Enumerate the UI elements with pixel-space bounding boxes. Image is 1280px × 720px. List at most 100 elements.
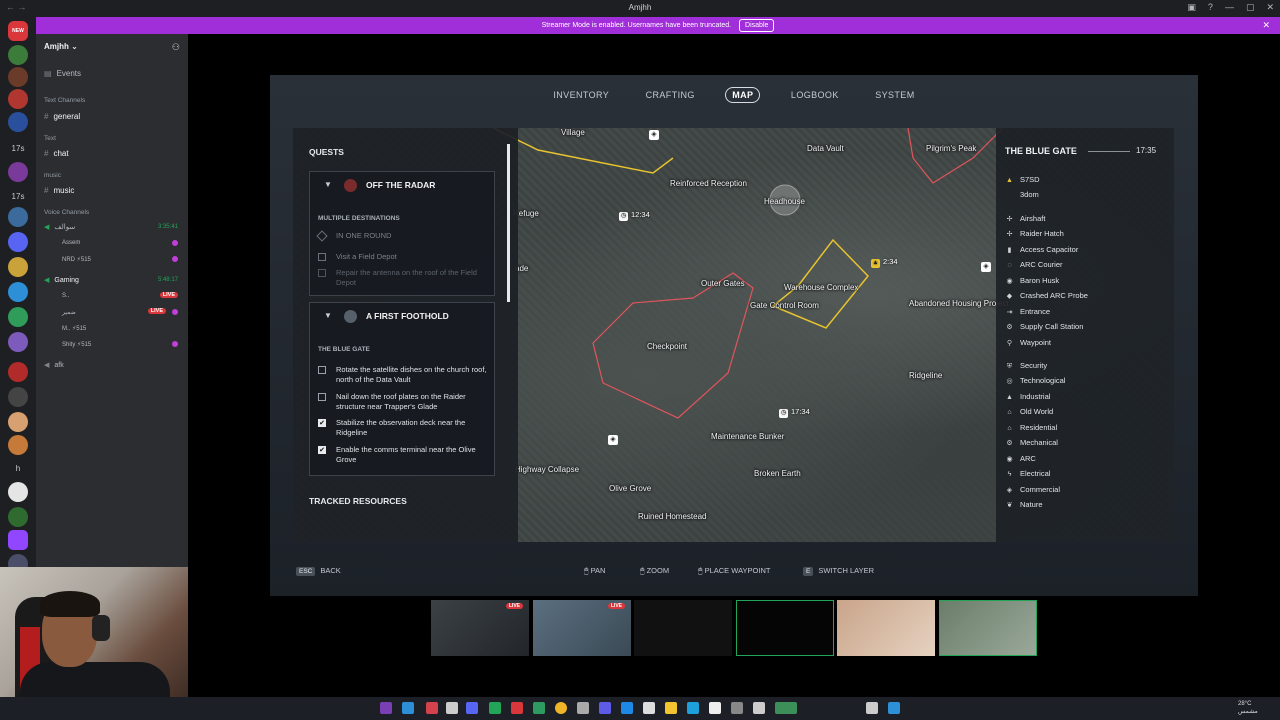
- taskbar-app-icon[interactable]: [511, 702, 523, 714]
- voice-user[interactable]: NRD ⚡515: [62, 256, 91, 263]
- map-label-pilgrims-peak[interactable]: Pilgrim's Peak: [926, 144, 976, 153]
- server-icon-13[interactable]: [8, 387, 28, 407]
- taskbar-app-icon[interactable]: [621, 702, 633, 714]
- banner-close-icon[interactable]: ✕: [1262, 17, 1270, 34]
- map-label-ridgeline[interactable]: Ridgeline: [909, 371, 942, 380]
- server-icon-17[interactable]: [8, 507, 28, 527]
- legend-crashed-arc-probe[interactable]: ◆ Crashed ARC Probe: [1005, 291, 1088, 300]
- back-hint[interactable]: ESC BACK: [296, 566, 341, 576]
- chevron-down-icon[interactable]: ▼: [324, 311, 332, 320]
- legend-airshaft[interactable]: ✢ Airshaft: [1005, 214, 1046, 223]
- close-button[interactable]: ✕: [1266, 2, 1274, 13]
- legend-player[interactable]: 3dom: [1005, 190, 1039, 199]
- poi-pin[interactable]: ◈: [649, 130, 659, 140]
- legend-arc-courier[interactable]: ◌ ARC Courier: [1005, 260, 1062, 269]
- map-label-highway-collapse[interactable]: Highway Collapse: [515, 465, 579, 474]
- help-icon[interactable]: ?: [1208, 2, 1213, 13]
- new-server-badge[interactable]: NEW: [8, 21, 28, 41]
- taskbar-app-icon[interactable]: [643, 702, 655, 714]
- map-label-village[interactable]: Village: [561, 128, 585, 137]
- voice-user[interactable]: Shity ⚡515: [62, 341, 91, 348]
- legend-waypoint[interactable]: ⚲ Waypoint: [1005, 338, 1051, 347]
- channel-chat[interactable]: # chat: [44, 149, 69, 158]
- timer-chip[interactable]: ◷ 12:34: [619, 210, 650, 221]
- taskbar-app-icon[interactable]: [489, 702, 501, 714]
- server-name[interactable]: Amjhh ⌄: [44, 42, 78, 51]
- minimize-button[interactable]: —: [1225, 2, 1234, 13]
- checkbox[interactable]: [318, 366, 326, 374]
- server-icon-12[interactable]: [8, 362, 28, 382]
- server-icon-7[interactable]: [8, 232, 28, 252]
- checkbox-checked[interactable]: ✔: [318, 446, 326, 454]
- server-icon-1[interactable]: [8, 45, 28, 65]
- server-icon-16[interactable]: [8, 482, 28, 502]
- weather-widget[interactable]: 28°C مشمس: [1238, 700, 1258, 716]
- tab-logbook[interactable]: LOGBOOK: [785, 88, 845, 102]
- participant-tile-1[interactable]: [634, 600, 732, 656]
- server-icon-15[interactable]: [8, 435, 28, 455]
- legend-zone-residential[interactable]: ⌂ Residential: [1005, 423, 1057, 432]
- events-item[interactable]: ▤ Events: [44, 69, 81, 78]
- tab-map[interactable]: MAP: [725, 87, 761, 103]
- legend-access-capacitor[interactable]: ▮ Access Capacitor: [1005, 245, 1079, 254]
- map-label-warehouse-complex[interactable]: Warehouse Complex: [784, 283, 858, 292]
- tab-system[interactable]: SYSTEM: [869, 88, 920, 102]
- chrome-icon[interactable]: [555, 702, 567, 714]
- server-icon-6[interactable]: [8, 207, 28, 227]
- disable-streamer-mode-button[interactable]: Disable: [739, 19, 775, 32]
- voice-user[interactable]: Assem: [62, 240, 80, 246]
- server-label-2[interactable]: 17s: [8, 192, 28, 201]
- server-icon-14[interactable]: [8, 412, 28, 432]
- legend-raider-hatch[interactable]: ✢ Raider Hatch: [1005, 229, 1064, 238]
- checkbox-checked[interactable]: ✔: [318, 419, 326, 427]
- participant-tile-2[interactable]: [736, 600, 834, 656]
- voice-channel-1[interactable]: ◀ سوالف: [44, 223, 75, 231]
- category-music[interactable]: music: [44, 172, 61, 179]
- map-label-headhouse[interactable]: Headhouse: [764, 197, 805, 206]
- tracked-resources-title[interactable]: TRACKED RESOURCES: [309, 496, 407, 506]
- discord-icon[interactable]: [466, 702, 478, 714]
- map-label-olive-grove[interactable]: Olive Grove: [609, 484, 651, 493]
- poi-pin[interactable]: ◈: [981, 262, 991, 272]
- category-text-channels[interactable]: Text Channels: [44, 97, 85, 104]
- map-label-maintenance-bunker[interactable]: Maintenance Bunker: [711, 432, 784, 441]
- start-icon[interactable]: [888, 702, 900, 714]
- channel-general[interactable]: # general: [44, 112, 80, 121]
- server-icon-4[interactable]: [8, 112, 28, 132]
- legend-zone-security[interactable]: ⛨ Security: [1005, 361, 1047, 371]
- inbox-icon[interactable]: ▣: [1187, 2, 1196, 13]
- map-label-ruined-homestead[interactable]: Ruined Homestead: [638, 512, 706, 521]
- taskbar-app-icon[interactable]: [775, 702, 797, 714]
- taskbar-app-icon[interactable]: [446, 702, 458, 714]
- map-label-data-vault[interactable]: Data Vault: [807, 144, 844, 153]
- map-label-broken-earth[interactable]: Broken Earth: [754, 469, 801, 478]
- taskbar-app-icon[interactable]: [753, 702, 765, 714]
- legend-zone-commercial[interactable]: ◈ Commercial: [1005, 485, 1060, 494]
- voice-user[interactable]: M.. ⚡515: [62, 325, 86, 332]
- channel-music[interactable]: # music: [44, 186, 74, 195]
- map-label-checkpoint[interactable]: Checkpoint: [647, 342, 687, 351]
- participant-tile-3[interactable]: [837, 600, 935, 656]
- stream-thumbnail-2[interactable]: LIVE: [533, 600, 631, 656]
- quest-header[interactable]: ▼ OFF THE RADAR: [310, 174, 496, 198]
- maximize-button[interactable]: ▢: [1246, 2, 1255, 13]
- legend-player[interactable]: ▲ S7SD: [1005, 175, 1040, 184]
- poi-pin[interactable]: ◈: [608, 435, 618, 445]
- quest-header[interactable]: ▼ A FIRST FOOTHOLD: [310, 305, 496, 329]
- legend-zone-electrical[interactable]: ϟ Electrical: [1005, 469, 1051, 478]
- checkbox[interactable]: [318, 393, 326, 401]
- server-label-3[interactable]: h: [8, 464, 28, 473]
- invite-icon[interactable]: ⚇: [172, 42, 180, 53]
- server-icon-8[interactable]: [8, 257, 28, 277]
- taskbar-app-icon[interactable]: [709, 702, 721, 714]
- server-icon-5[interactable]: [8, 162, 28, 182]
- legend-entrance[interactable]: ⇥ Entrance: [1005, 307, 1050, 316]
- voice-user[interactable]: ضمير: [62, 309, 76, 316]
- category-voice-channels[interactable]: Voice Channels: [44, 209, 89, 216]
- search-icon[interactable]: [866, 702, 878, 714]
- settings-icon[interactable]: [577, 702, 589, 714]
- taskbar-app-icon[interactable]: [533, 702, 545, 714]
- participant-tile-4[interactable]: [939, 600, 1037, 656]
- timer-chip[interactable]: ▲ 2:34: [871, 257, 898, 268]
- quest-scrollbar[interactable]: [507, 144, 510, 302]
